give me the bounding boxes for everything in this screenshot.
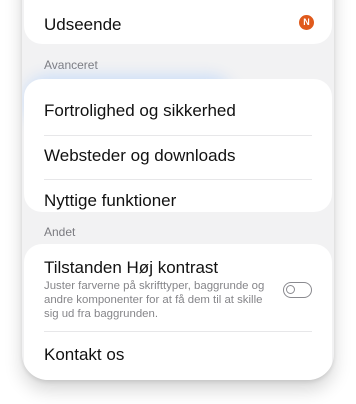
divider <box>44 331 312 332</box>
section-header-other: Andet <box>44 225 76 239</box>
advanced-card: Fortrolighed og sikkerhed Websteder og d… <box>24 79 332 212</box>
high-contrast-description: Juster farverne på skrifttyper, baggrund… <box>44 280 265 320</box>
sites-downloads-item[interactable]: Websteder og downloads <box>44 146 312 166</box>
section-header-advanced: Avanceret <box>44 58 98 72</box>
divider <box>44 179 312 180</box>
useful-features-item[interactable]: Nyttige funktioner <box>44 191 312 211</box>
contact-us-item[interactable]: Kontakt os <box>44 345 312 365</box>
appearance-card: Udseende N <box>24 0 332 44</box>
settings-screen: Udseende N Avanceret Fortrolighed og sik… <box>22 0 334 380</box>
privacy-security-item[interactable]: Fortrolighed og sikkerhed <box>44 101 312 121</box>
toggle-knob <box>286 285 295 294</box>
other-card: Tilstanden Høj kontrast Juster farverne … <box>24 244 332 380</box>
appearance-item[interactable]: Udseende <box>44 15 312 35</box>
high-contrast-item[interactable]: Tilstanden Høj kontrast <box>44 258 312 278</box>
new-badge: N <box>299 15 314 30</box>
divider <box>44 135 312 136</box>
high-contrast-toggle[interactable] <box>283 282 312 298</box>
